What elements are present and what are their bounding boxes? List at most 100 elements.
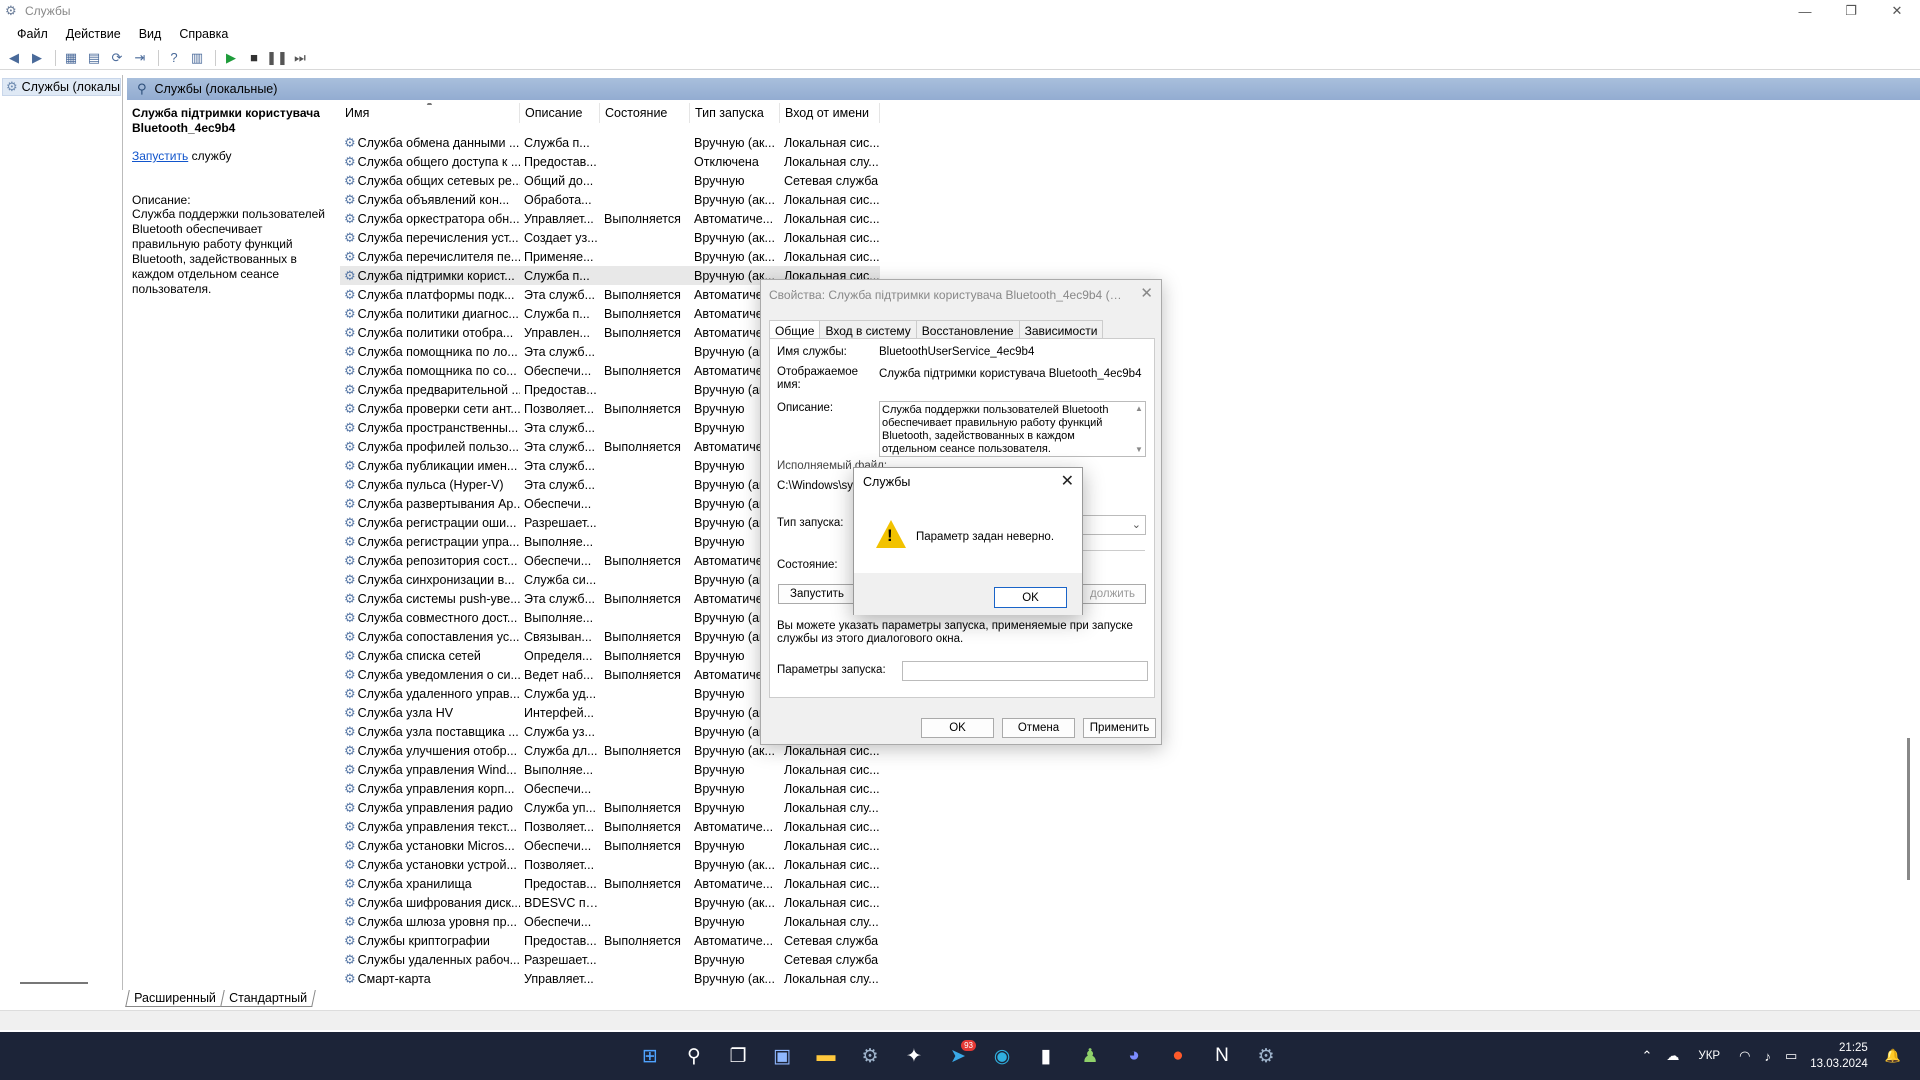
close-icon[interactable]: ✕ [1140, 284, 1153, 302]
table-row[interactable]: ⚙ Служба обмена данными ... Служба п... Вру… [340, 133, 880, 152]
cell-text: Вручную [694, 800, 745, 815]
table-row[interactable]: ⚙ Смарт-карта Управляет... Вручную (ак... Ло… [340, 969, 880, 988]
cell-text: BDESVC пр... [524, 895, 600, 910]
onedrive-icon[interactable]: ☁ [1666, 1048, 1679, 1064]
file-explorer-icon[interactable]: ▬ [812, 1042, 840, 1070]
notion-icon[interactable]: N [1208, 1042, 1236, 1070]
column-header-startup-type[interactable]: Тип запуска [690, 103, 780, 123]
discord-icon[interactable]: ◕ [1120, 1042, 1148, 1070]
message-ok-button[interactable]: OK [994, 587, 1067, 608]
start-button[interactable]: Запустить [778, 584, 856, 604]
table-row[interactable]: ⚙ Служба оркестратора обн... Управляет... В… [340, 209, 880, 228]
windows-start-icon[interactable]: ⊞ [636, 1042, 664, 1070]
user-app-icon[interactable]: ♟ [1076, 1042, 1104, 1070]
start-service-icon[interactable]: ▶ [221, 48, 241, 68]
close-icon[interactable]: ✕ [1061, 471, 1074, 491]
table-row[interactable]: ⚙ Служба управления радио Служба уп... Выпо… [340, 798, 880, 817]
properties-icon[interactable]: ▤ [84, 48, 104, 68]
table-row[interactable]: ⚙ Служба управления Wind... Выполняе... Вру… [340, 760, 880, 779]
service-name-cell: ⚙ Служба политики диагнос... [340, 306, 520, 322]
reddit-icon[interactable]: ● [1164, 1042, 1192, 1070]
battery-icon[interactable]: ▭ [1785, 1048, 1797, 1064]
table-row[interactable]: ⚙ Служба управления корп... Обеспечи... Вру… [340, 779, 880, 798]
action-pane-icon[interactable]: ▥ [187, 48, 207, 68]
column-header-state[interactable]: Состояние [600, 103, 690, 123]
table-row[interactable]: ⚙ Служба перечислителя пе... Применяе... Вр… [340, 247, 880, 266]
language-indicator[interactable]: УКР [1698, 1050, 1720, 1062]
volume-icon[interactable]: ♪ [1764, 1049, 1771, 1064]
services-taskbar-icon[interactable]: ⚙ [1252, 1042, 1280, 1070]
menu-action[interactable]: Действие [57, 27, 130, 41]
notification-bell-icon[interactable]: 🔔 [1885, 1048, 1901, 1064]
description-textbox[interactable]: Служба поддержки пользователей Bluetooth… [879, 401, 1146, 457]
search-icon[interactable]: ⚲ [680, 1042, 708, 1070]
description-scrollbar[interactable]: ▲ ▼ [1133, 402, 1145, 456]
help-icon[interactable]: ? [164, 48, 184, 68]
twitch-icon[interactable]: ▮ [1032, 1042, 1060, 1070]
telegram-icon[interactable]: ➤ 93 [944, 1040, 976, 1070]
edge-browser-icon[interactable]: ◉ [988, 1042, 1016, 1070]
table-row[interactable]: ⚙ Служба установки устрой... Позволяет... В… [340, 855, 880, 874]
table-row[interactable]: ⚙ Служба установки Micros... Обеспечи... Вы… [340, 836, 880, 855]
service-logon-cell: Локальная сис... [780, 250, 880, 264]
pause-service-icon[interactable]: ❚❚ [266, 48, 288, 68]
table-row[interactable]: ⚙ Служба шлюза уровня пр... Обеспечи... Вру… [340, 912, 880, 931]
chevron-up-icon[interactable]: ⌃ [1642, 1048, 1653, 1064]
export-list-icon[interactable]: ⇥ [130, 48, 150, 68]
game-app-icon[interactable]: ✦ [900, 1042, 928, 1070]
menu-view[interactable]: Вид [130, 27, 171, 41]
column-header-description[interactable]: Описание [520, 103, 600, 123]
table-row[interactable]: ⚙ Службы удаленных рабоч... Разрешает... Вр… [340, 950, 880, 969]
tab-standard[interactable]: Стандартный [220, 990, 316, 1007]
clock[interactable]: 21:25 13.03.2024 [1810, 1040, 1868, 1072]
service-description-cell: Связыван... [520, 630, 600, 644]
cell-text: Выполняется [604, 743, 681, 758]
tree-scrollbar[interactable] [20, 982, 88, 984]
tab-extended[interactable]: Расширенный [125, 990, 225, 1007]
table-row[interactable]: ⚙ Служба общих сетевых ре... Общий до... Вр… [340, 171, 880, 190]
settings-gear-icon[interactable]: ⚙ [856, 1042, 884, 1070]
service-logon-cell: Локальная сис... [780, 744, 880, 758]
service-state-cell: Выполняется [600, 554, 690, 568]
table-row[interactable]: ⚙ Служба шифрования диск... BDESVC пр... Вр… [340, 893, 880, 912]
apply-button[interactable]: Применить [1083, 718, 1156, 738]
list-scrollbar-thumb[interactable] [1907, 738, 1910, 880]
table-row[interactable]: ⚙ Служба перечисления уст... Создает уз...… [340, 228, 880, 247]
refresh-icon[interactable]: ⟳ [107, 48, 127, 68]
service-description-cell: Создает уз... [520, 231, 600, 245]
tree-item-services-local[interactable]: ⚙ Службы (локалы [2, 78, 121, 96]
wifi-icon[interactable]: ◠ [1739, 1048, 1750, 1064]
close-window-button[interactable]: ✕ [1874, 0, 1920, 22]
column-header-logon-as[interactable]: Вход от имени [780, 103, 880, 123]
cancel-button[interactable]: Отмена [1002, 718, 1075, 738]
maximize-button[interactable]: ❐ [1828, 0, 1874, 22]
task-view-icon[interactable]: ❐ [724, 1042, 752, 1070]
table-row[interactable]: ⚙ Служба общего доступа к ... Предостав...… [340, 152, 880, 171]
menu-help[interactable]: Справка [170, 27, 237, 41]
table-row[interactable]: ⚙ Службы криптографии Предостав... Выполняе… [340, 931, 880, 950]
cell-text: Служба уд... [524, 686, 597, 701]
startup-params-input[interactable] [902, 661, 1148, 681]
service-state-cell: Выполняется [600, 934, 690, 948]
back-icon[interactable]: ◀ [4, 48, 24, 68]
service-state-cell: Выполняется [600, 668, 690, 682]
menu-file[interactable]: Файл [8, 27, 57, 41]
column-header-name[interactable]: ▲ Имя [340, 103, 520, 123]
cell-text: Смарт-карта [357, 971, 431, 986]
table-row[interactable]: ⚙ Служба объявлений кон... Обработа... Вруч… [340, 190, 880, 209]
table-row[interactable]: ⚙ Служба управления текст... Позволяет... В… [340, 817, 880, 836]
service-gear-icon: ⚙ [344, 305, 356, 321]
forward-icon[interactable]: ▶ [27, 48, 47, 68]
scroll-up-icon: ▲ [1135, 404, 1143, 413]
table-row[interactable]: ⚙ Служба хранилища Предостав... Выполняется… [340, 874, 880, 893]
service-description-cell: Обеспечи... [520, 839, 600, 853]
cell-text: Управляет... [524, 211, 594, 226]
start-service-link[interactable]: Запустить [132, 149, 188, 163]
restart-service-icon[interactable]: ⏭ [290, 48, 310, 68]
minimize-button[interactable]: — [1782, 0, 1828, 22]
store-icon[interactable]: ▣ [768, 1042, 796, 1070]
ok-button[interactable]: OK [921, 718, 994, 738]
service-name-cell: ⚙ Служба предварительной ... [340, 382, 520, 398]
console-tree-icon[interactable]: ▦ [61, 48, 81, 68]
stop-service-icon[interactable]: ■ [244, 48, 264, 68]
